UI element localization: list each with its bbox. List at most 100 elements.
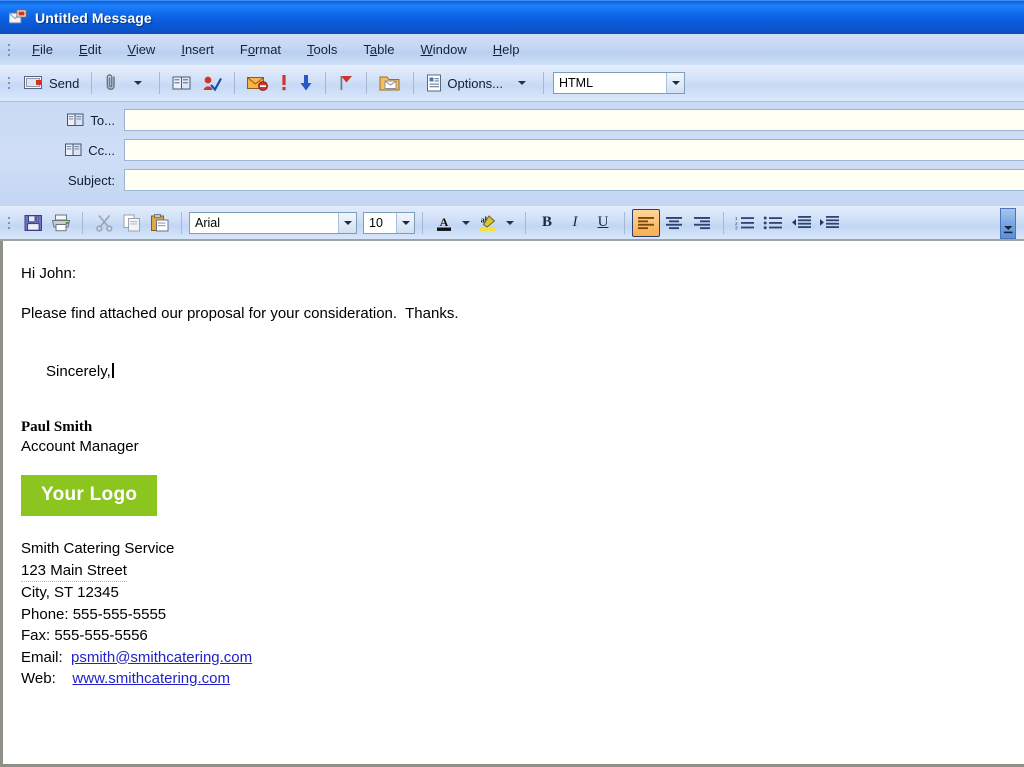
font-name-dropdown-button[interactable] bbox=[338, 212, 356, 233]
italic-button[interactable]: I bbox=[561, 209, 589, 237]
to-label: To... bbox=[90, 112, 115, 128]
send-button[interactable]: Send bbox=[19, 69, 84, 97]
print-button[interactable] bbox=[47, 209, 75, 237]
menu-item-format[interactable]: Format bbox=[227, 39, 294, 60]
toolbar-overflow-button[interactable] bbox=[1000, 208, 1016, 239]
decrease-indent-icon bbox=[791, 216, 811, 228]
menu-item-edit[interactable]: Edit bbox=[66, 39, 114, 60]
toolbar-separator bbox=[543, 72, 545, 94]
menu-item-file[interactable]: File bbox=[19, 39, 66, 60]
body-closing: Sincerely, bbox=[46, 363, 111, 380]
menu-item-table[interactable]: Table bbox=[350, 39, 407, 60]
copy-icon bbox=[123, 214, 140, 231]
message-format-value: HTML bbox=[559, 76, 594, 90]
highlight-color-dropdown-button[interactable] bbox=[502, 209, 518, 237]
save-button[interactable] bbox=[19, 209, 47, 237]
chevron-down-icon bbox=[462, 220, 470, 225]
check-names-button[interactable] bbox=[197, 69, 227, 97]
email-link[interactable]: psmith@smithcatering.com bbox=[71, 649, 252, 666]
flag-button[interactable] bbox=[333, 69, 359, 97]
subject-label: Subject: bbox=[68, 172, 115, 188]
cc-row: Cc... bbox=[0, 135, 1024, 165]
bulleted-list-icon bbox=[763, 216, 782, 230]
down-arrow-icon bbox=[300, 75, 312, 91]
to-row: To... bbox=[0, 105, 1024, 135]
menu-item-tools[interactable]: Tools bbox=[294, 39, 350, 60]
low-importance-button[interactable] bbox=[294, 69, 318, 97]
copy-button[interactable] bbox=[118, 209, 146, 237]
signature-contact-block: Smith Catering Service 123 Main Street C… bbox=[21, 538, 1024, 690]
address-book-button[interactable] bbox=[167, 69, 197, 97]
follow-up-flag-button[interactable] bbox=[242, 69, 274, 97]
chevron-down-icon bbox=[134, 81, 143, 85]
signature-name: Paul Smith bbox=[21, 419, 93, 435]
cc-label-group[interactable]: Cc... bbox=[6, 143, 124, 158]
signature-email-line: Email: psmith@smithcatering.com bbox=[21, 647, 1024, 669]
numbered-list-icon: 1 2 3 bbox=[735, 216, 754, 230]
send-label: Send bbox=[49, 75, 80, 91]
chevron-down-icon bbox=[518, 81, 527, 85]
paste-icon bbox=[151, 213, 169, 231]
formatting-toolbar-grip[interactable] bbox=[4, 213, 13, 233]
font-name-value: Arial bbox=[195, 215, 221, 230]
standard-toolbar: Send Options... HTML bbox=[0, 65, 1024, 102]
to-input[interactable] bbox=[124, 109, 1024, 131]
flag-icon bbox=[340, 76, 353, 90]
decrease-indent-button[interactable] bbox=[787, 209, 815, 237]
email-label: Email: bbox=[21, 648, 72, 666]
high-importance-button[interactable] bbox=[274, 69, 294, 97]
cut-button[interactable] bbox=[90, 209, 118, 237]
align-right-button[interactable] bbox=[688, 209, 716, 237]
highlight-color-button[interactable]: ab bbox=[474, 209, 502, 237]
attach-dropdown-button[interactable] bbox=[124, 69, 152, 97]
address-book-icon bbox=[172, 76, 191, 90]
message-body-editor[interactable]: Hi John: Please find attached our propos… bbox=[0, 241, 1024, 767]
menu-item-view[interactable]: View bbox=[114, 39, 168, 60]
cc-label: Cc... bbox=[88, 142, 115, 158]
message-format-dropdown-button[interactable] bbox=[666, 73, 685, 93]
fax-value: 555-555-5556 bbox=[54, 627, 148, 644]
options-button[interactable]: Options... bbox=[421, 69, 508, 97]
font-color-button[interactable]: A bbox=[430, 209, 458, 237]
web-link[interactable]: www.smithcatering.com bbox=[72, 670, 230, 687]
formatting-toolbar: Arial 10 A ab B I U 1 2 3 bbox=[0, 206, 1024, 241]
font-name-combo[interactable]: Arial bbox=[189, 211, 357, 234]
align-left-button[interactable] bbox=[632, 208, 660, 237]
font-color-dropdown-button[interactable] bbox=[458, 209, 474, 237]
to-label-group[interactable]: To... bbox=[6, 113, 124, 128]
menu-bar: File Edit View Insert Format Tools Table… bbox=[0, 34, 1024, 65]
subject-input[interactable] bbox=[124, 169, 1024, 191]
paperclip-icon bbox=[107, 74, 116, 90]
options-dropdown-button[interactable] bbox=[508, 69, 536, 97]
menu-item-insert[interactable]: Insert bbox=[168, 39, 227, 60]
address-fields-panel: To... Cc... Subject: bbox=[0, 102, 1024, 206]
align-center-button[interactable] bbox=[660, 209, 688, 237]
bulleted-list-button[interactable] bbox=[759, 209, 787, 237]
paste-button[interactable] bbox=[146, 209, 174, 237]
signature-logo: Your Logo bbox=[21, 475, 158, 516]
insert-item-button[interactable] bbox=[374, 69, 406, 97]
underline-button[interactable]: U bbox=[589, 209, 617, 237]
chevron-down-icon bbox=[671, 81, 680, 85]
attach-file-button[interactable] bbox=[99, 69, 124, 97]
fax-label: Fax: bbox=[21, 627, 55, 644]
standard-toolbar-grip[interactable] bbox=[4, 73, 13, 93]
menu-item-help[interactable]: Help bbox=[480, 39, 533, 60]
phone-value: 555-555-5555 bbox=[72, 605, 167, 623]
cc-input[interactable] bbox=[124, 139, 1024, 161]
chevron-down-icon bbox=[343, 220, 352, 225]
outlook-compose-window: Untitled Message File Edit View Insert F… bbox=[0, 0, 1024, 767]
menubar-grip[interactable] bbox=[4, 40, 13, 60]
signature-street: 123 Main Street bbox=[21, 560, 127, 582]
text-caret bbox=[111, 363, 114, 378]
toolbar-separator bbox=[181, 211, 182, 234]
bold-button[interactable]: B bbox=[533, 209, 561, 237]
increase-indent-button[interactable] bbox=[815, 209, 843, 237]
message-format-combo[interactable]: HTML bbox=[553, 72, 686, 94]
highlighter-icon: ab bbox=[480, 214, 496, 231]
numbered-list-button[interactable]: 1 2 3 bbox=[731, 209, 759, 237]
font-size-combo[interactable]: 10 bbox=[363, 211, 415, 234]
address-book-icon bbox=[67, 113, 84, 127]
font-size-dropdown-button[interactable] bbox=[396, 212, 414, 233]
menu-item-window[interactable]: Window bbox=[408, 39, 480, 60]
